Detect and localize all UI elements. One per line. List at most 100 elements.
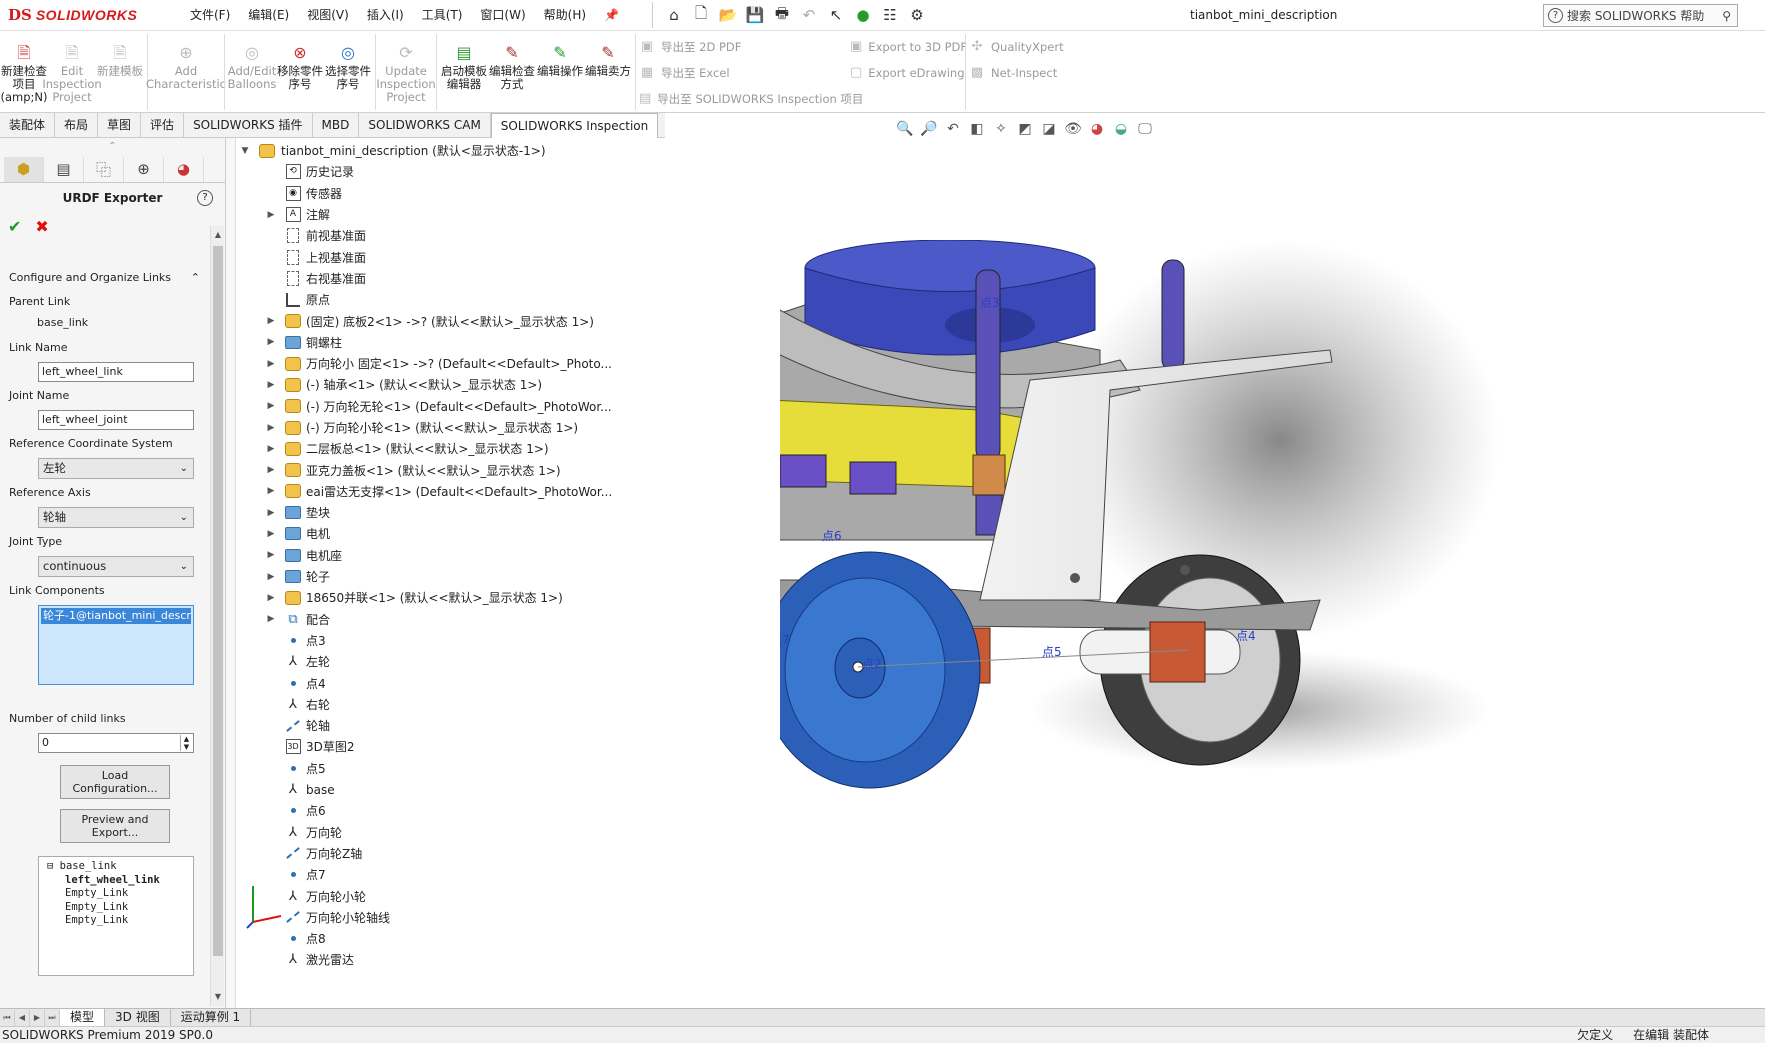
remove-balloon-button[interactable]: ⊗ 移除零件序号 — [276, 31, 324, 111]
tree-item[interactable]: ▶ 垫块 — [240, 502, 760, 523]
print-icon[interactable]: 🖶 — [771, 4, 793, 26]
new-document-icon[interactable]: 🗋 — [690, 4, 712, 26]
ref-coord-select[interactable]: 左轮 ⌄ — [38, 458, 194, 479]
expand-right-icon[interactable]: ▶ — [266, 380, 276, 390]
add-characteristic-button[interactable]: ⊕ Add Characteristic — [146, 31, 226, 111]
section-view-icon[interactable]: ◧ — [967, 121, 987, 137]
tree-item[interactable]: 3D 3D草图2 — [240, 736, 760, 757]
home-icon[interactable]: ⌂ — [663, 4, 685, 26]
property-manager-tab-icon[interactable]: ▤ — [44, 156, 84, 182]
tree-item[interactable]: ▶ 铜螺柱 — [240, 332, 760, 353]
tree-item[interactable]: ⅄ 万向轮小轮 — [240, 885, 760, 906]
select-icon[interactable]: ↖ — [825, 4, 847, 26]
tree-item[interactable]: ⅄ 右轮 — [240, 694, 760, 715]
undo-icon[interactable]: ↶ — [798, 4, 820, 26]
expand-right-icon[interactable]: ▶ — [266, 337, 276, 347]
tree-item[interactable]: ▶ ⧉ 配合 — [240, 609, 760, 630]
link-name-input[interactable]: left_wheel_link — [38, 362, 194, 382]
tree-item[interactable]: ▶ 轮子 — [240, 566, 760, 587]
tree-item[interactable]: ◉ 传感器 — [240, 183, 760, 204]
dynamic-annotation-icon[interactable]: ✧ — [991, 121, 1011, 137]
display-manager-tab-icon[interactable]: ◕ — [164, 156, 204, 182]
zoom-area-icon[interactable]: 🔎 — [919, 121, 939, 137]
export-excel-button[interactable]: ▦ 导出至 Excel — [639, 63, 844, 83]
tree-item[interactable]: 原点 — [240, 289, 760, 310]
tree-item[interactable]: 点5 — [240, 758, 760, 779]
ok-check-icon[interactable]: ✔ — [8, 217, 21, 236]
tree-root-assembly[interactable]: ▼ tianbot_mini_description (默认<显示状态-1>) — [240, 140, 760, 161]
edit-inspection-project-button[interactable]: 🗎 Edit Inspection Project — [42, 31, 101, 111]
update-inspection-project-button[interactable]: ⟳ Update Inspection Project — [376, 31, 435, 111]
feature-manager-tab-icon[interactable]: ⬢ — [4, 156, 44, 182]
save-icon[interactable]: 💾 — [744, 4, 766, 26]
tree-item[interactable]: ▶ 18650并联<1> (默认<<默认>_显示状态 1>) — [240, 587, 760, 608]
add-edit-balloons-button[interactable]: ◎ Add/Edit Balloons — [228, 31, 277, 111]
expand-right-icon[interactable]: ▶ — [266, 614, 276, 624]
pane-splitter[interactable] — [226, 138, 236, 1008]
net-inspect-button[interactable]: ▩ Net-Inspect — [969, 63, 1079, 83]
preview-export-button[interactable]: Preview and Export... — [60, 809, 170, 843]
next-tab-icon[interactable]: ▶ — [30, 1009, 45, 1026]
pin-icon[interactable]: 📌 — [595, 0, 628, 31]
scroll-down-icon[interactable]: ▼ — [211, 990, 225, 1004]
view-settings-icon[interactable]: 🖵 — [1135, 121, 1155, 137]
child-links-stepper[interactable]: 0 ▲ ▼ — [38, 733, 194, 753]
template-editor-button[interactable]: ▤ 启动模板编辑器 — [440, 31, 488, 111]
export-inspection-project-button[interactable]: ▤ 导出至 SOLIDWORKS Inspection 项目 — [639, 89, 863, 109]
tree-item[interactable]: 点3 — [240, 630, 760, 651]
tab-evaluate[interactable]: 评估 — [141, 113, 185, 138]
qualityxpert-button[interactable]: ✣ QualityXpert — [969, 37, 1079, 57]
tree-item[interactable]: 万向轮Z轴 — [240, 843, 760, 864]
menu-edit[interactable]: 编辑(E) — [239, 0, 298, 31]
load-configuration-button[interactable]: Load Configuration... — [60, 765, 170, 799]
collapse-chevron-icon[interactable]: ⌃ — [191, 271, 200, 284]
robot-3d-model[interactable]: 点3 点4 点5 点6 点7 点2 — [780, 240, 1500, 880]
menu-file[interactable]: 文件(F) — [181, 0, 239, 31]
tab-3d-views[interactable]: 3D 视图 — [105, 1008, 171, 1027]
cancel-x-icon[interactable]: ✖ — [35, 217, 48, 236]
tree-item[interactable]: ▶ 电机 — [240, 523, 760, 544]
previous-view-icon[interactable]: ↶ — [943, 121, 963, 137]
scroll-thumb[interactable] — [213, 246, 223, 956]
link-tree-item[interactable]: Empty_Link — [47, 887, 193, 901]
hide-show-items-icon[interactable]: 👁 — [1063, 121, 1083, 137]
joint-name-input[interactable]: left_wheel_joint — [38, 410, 194, 430]
options-gear-icon[interactable]: ⚙ — [906, 4, 928, 26]
menu-view[interactable]: 视图(V) — [298, 0, 358, 31]
search-icon[interactable]: ⚲ — [1722, 9, 1731, 23]
view-orientation-icon[interactable]: ◩ — [1015, 121, 1035, 137]
export-2d-pdf-button[interactable]: ▣ 导出至 2D PDF — [639, 37, 844, 57]
edit-appearance-icon[interactable]: ◕ — [1087, 121, 1107, 137]
joint-type-select[interactable]: continuous ⌄ — [38, 556, 194, 577]
open-icon[interactable]: 📂 — [717, 4, 739, 26]
rebuild-icon[interactable]: ● — [852, 4, 874, 26]
tree-item[interactable]: ⅄ 激光雷达 — [240, 949, 760, 970]
export-edrawing-button[interactable]: ▢ Export eDrawing — [850, 63, 965, 83]
tree-item[interactable]: 点8 — [240, 928, 760, 949]
expand-right-icon[interactable]: ▶ — [266, 210, 276, 220]
help-icon[interactable]: ? — [197, 190, 213, 206]
menu-help[interactable]: 帮助(H) — [535, 0, 595, 31]
expand-right-icon[interactable]: ▶ — [266, 316, 276, 326]
pane-grip[interactable]: ⌃ — [0, 138, 225, 156]
tree-item[interactable]: 点4 — [240, 672, 760, 693]
expand-right-icon[interactable]: ▶ — [266, 401, 276, 411]
first-tab-icon[interactable]: ⏮ — [0, 1009, 15, 1026]
menu-insert[interactable]: 插入(I) — [358, 0, 413, 31]
expand-right-icon[interactable]: ▶ — [266, 572, 276, 582]
edit-operation-button[interactable]: ✎ 编辑操作 — [536, 31, 584, 111]
expand-right-icon[interactable]: ▶ — [266, 593, 276, 603]
file-properties-icon[interactable]: ☷ — [879, 4, 901, 26]
menu-window[interactable]: 窗口(W) — [471, 0, 534, 31]
expand-down-icon[interactable]: ▼ — [240, 146, 250, 156]
expand-right-icon[interactable]: ▶ — [266, 465, 276, 475]
dimxpert-manager-tab-icon[interactable]: ⊕ — [124, 156, 164, 182]
list-item[interactable]: 轮子-1@tianbot_mini_description — [41, 608, 191, 624]
tree-item[interactable]: ▶ A 注解 — [240, 204, 760, 225]
solidworks-logo[interactable]: DS SOLIDWORKS — [0, 0, 165, 31]
stepper-arrows-icon[interactable]: ▲ ▼ — [180, 735, 192, 751]
tree-item[interactable]: ▶ (固定) 底板2<1> ->? (默认<<默认>_显示状态 1>) — [240, 310, 760, 331]
new-inspection-project-button[interactable]: 🗎 新建检查项目 (amp;N) — [0, 31, 48, 111]
tree-item[interactable]: ▶ 亚克力盖板<1> (默认<<默认>_显示状态 1>) — [240, 459, 760, 480]
tab-sketch[interactable]: 草图 — [98, 113, 142, 138]
